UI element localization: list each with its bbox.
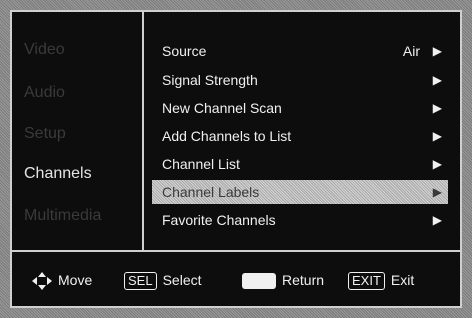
return-hint: Return — [242, 271, 325, 290]
menu-item-label: Signal Strength — [162, 72, 258, 88]
select-label: Select — [162, 272, 202, 288]
menu-item-label: Add Channels to List — [162, 128, 292, 144]
exit-key: EXIT — [348, 272, 385, 290]
category-channels[interactable]: Channels — [24, 165, 92, 183]
right-triangle-icon: ▶ — [432, 157, 442, 171]
right-triangle-icon: ▶ — [432, 213, 442, 227]
category-audio[interactable]: Audio — [24, 84, 65, 102]
right-triangle-icon: ▶ — [432, 185, 442, 199]
right-triangle-icon: ▶ — [432, 73, 442, 87]
menu-item-label: Channel List — [162, 156, 240, 172]
source-value: Air — [402, 43, 420, 59]
menu-item-label: New Channel Scan — [162, 100, 282, 116]
menu-item-channel-list[interactable]: Channel List ▶ — [152, 152, 448, 176]
category-sidebar: Video Audio Setup Channels Multimedia — [12, 12, 144, 250]
move-hint: Move — [32, 271, 93, 291]
category-video[interactable]: Video — [24, 41, 65, 59]
right-triangle-icon: ▶ — [432, 44, 442, 58]
category-multimedia[interactable]: Multimedia — [24, 207, 101, 225]
tv-screen-frame: Video Audio Setup Channels Multimedia So… — [0, 0, 472, 318]
menu-item-signal-strength[interactable]: Signal Strength ▶ — [152, 68, 448, 92]
menu-item-add-channels-to-list[interactable]: Add Channels to List ▶ — [152, 124, 448, 148]
remote-key-legend: Move SEL Select Return EXIT Exit — [12, 250, 460, 308]
menu-item-label: Favorite Channels — [162, 212, 276, 228]
sel-key: SEL — [124, 272, 157, 290]
menu-panel: Video Audio Setup Channels Multimedia So… — [10, 10, 462, 308]
category-setup[interactable]: Setup — [24, 125, 66, 143]
return-key-icon — [242, 273, 276, 290]
menu-item-source[interactable]: Source Air ▶ — [152, 39, 448, 63]
four-way-arrow-icon — [32, 272, 52, 291]
select-hint: SEL Select — [124, 271, 202, 290]
right-triangle-icon: ▶ — [432, 129, 442, 143]
exit-hint: EXIT Exit — [348, 271, 414, 290]
menu-item-favorite-channels[interactable]: Favorite Channels ▶ — [152, 208, 448, 232]
menu-item-channel-labels[interactable]: Channel Labels ▶ — [152, 180, 448, 204]
menu-item-label: Source — [162, 43, 207, 59]
move-label: Move — [58, 272, 93, 288]
right-triangle-icon: ▶ — [432, 101, 442, 115]
exit-label: Exit — [390, 272, 415, 288]
channels-menu: Source Air ▶ Signal Strength ▶ New Chann… — [146, 12, 460, 250]
menu-item-label: Channel Labels — [162, 184, 260, 200]
return-label: Return — [282, 272, 325, 288]
menu-item-new-channel-scan[interactable]: New Channel Scan ▶ — [152, 96, 448, 120]
